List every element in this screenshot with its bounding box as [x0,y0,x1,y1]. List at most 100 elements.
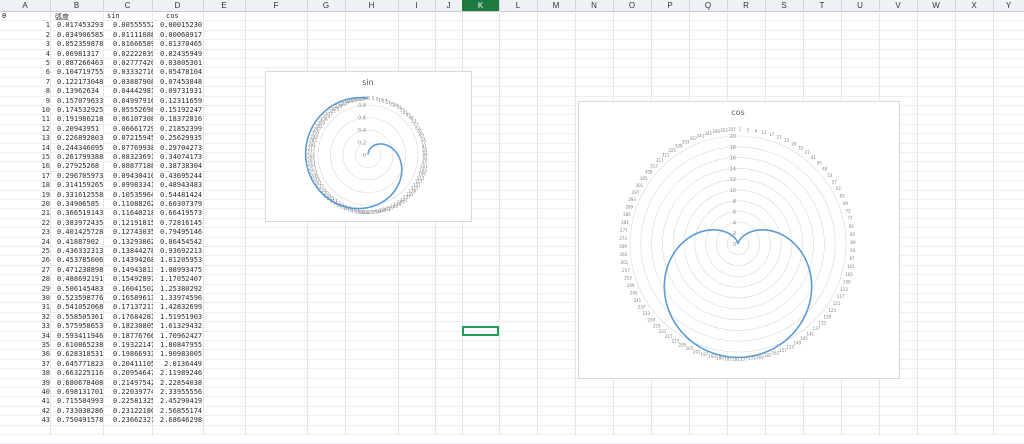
cell-cos-value[interactable]: 1.909830056 [160,350,202,358]
cell-radian-value[interactable]: 0.680678408 [57,379,103,387]
cell-radian-value[interactable]: 0.157079633 [57,97,103,105]
cell-radian-value[interactable]: 0.244346095 [57,144,103,152]
cell-cos-value[interactable]: 0.218523993 [160,125,202,133]
cell-cos-value[interactable]: 2.452904198 [160,397,202,405]
cell-cos-value[interactable]: 0.000609173 [160,31,202,39]
column-header-w[interactable]: W [917,0,956,11]
cell-a1-header[interactable]: θ [2,12,42,20]
cell-cos-value[interactable]: 0.074538484 [160,78,202,86]
cell-cos-value[interactable]: 0.43695244 [160,172,202,180]
cell-radian-value[interactable]: 0.610865238 [57,341,103,349]
cell-cos-value[interactable]: 1.613294321 [160,322,202,330]
column-header-j[interactable]: J [435,0,463,11]
cell-radian-value[interactable]: 0.104719755 [57,68,103,76]
cell-cos-value[interactable]: 0.728161454 [160,219,202,227]
cell-cos-value[interactable]: 0.340741737 [160,153,202,161]
cell-sin-value[interactable]: 0.083236916 [113,153,153,161]
cell-sin-value[interactable]: 0.027774206 [113,59,153,67]
cell-sin-value[interactable]: 0.176842814 [113,313,153,321]
cell-sin-value[interactable]: 0.005555527 [113,21,153,29]
cell-sin-value[interactable]: 0.110882629 [113,200,153,208]
cell-sin-value[interactable]: 0.171372118 [113,303,153,311]
cell-cos-value[interactable]: 0.544814244 [160,191,202,199]
cell-radian-value[interactable]: 0.226892803 [57,134,103,142]
column-header-k[interactable]: K [462,0,500,11]
cell-cos-value[interactable]: 1.170524071 [160,275,202,283]
cell-cos-value[interactable]: 2.339555569 [160,388,202,396]
cell-radian-value[interactable]: 0.122173048 [57,78,103,86]
cell-cos-value[interactable]: 0.024359497 [160,50,202,58]
cell-cos-value[interactable]: 0.603073792 [160,200,202,208]
cell-sin-value[interactable]: 0.198669331 [113,350,153,358]
cell-radian-value[interactable]: 0.436332313 [57,247,103,255]
column-header-m[interactable]: M [537,0,576,11]
cell-radian-value[interactable]: 0.087266463 [57,59,103,67]
cell-d1-header[interactable]: cos [166,12,206,20]
cell-radian-value[interactable]: 0.733038286 [57,407,103,415]
cell-sin-value[interactable]: 0.044429814 [113,87,153,95]
cell-cos-value[interactable]: 2.228540385 [160,379,202,387]
column-header-s[interactable]: S [765,0,804,11]
cell-sin-value[interactable]: 0.132938623 [113,238,153,246]
cell-radian-value[interactable]: 0.750491578 [57,416,103,424]
cell-radian-value[interactable]: 0.296705973 [57,172,103,180]
cell-cos-value[interactable]: 0.489434837 [160,181,202,189]
cell-sin-value[interactable]: 0.225813259 [113,397,153,405]
column-header-c[interactable]: C [103,0,153,11]
cell-sin-value[interactable]: 0.061073081 [113,115,153,123]
cell-radian-value[interactable]: 0.471238898 [57,266,103,274]
cell-cos-value[interactable]: 1.808479557 [160,341,202,349]
cell-cos-value[interactable]: 0.256299352 [160,134,202,142]
cell-radian-value[interactable]: 0.506145483 [57,285,103,293]
cell-sin-value[interactable]: 0.038879087 [113,78,153,86]
cell-radian-value[interactable]: 0.523598776 [57,294,103,302]
cell-sin-value[interactable]: 0.127430353 [113,228,153,236]
cell-radian-value[interactable]: 0.558505361 [57,313,103,321]
column-header-n[interactable]: N [575,0,614,11]
cos-polar-chart[interactable]: cos 20 18 16 14 12 10 8 6 4 2 0 1 5 9 13 17 21 25 29 33 37 41 4… [578,101,900,379]
cell-radian-value[interactable]: 0.314159265 [57,181,103,189]
column-header-i[interactable]: I [398,0,436,11]
column-header-p[interactable]: P [651,0,690,11]
cell-cos-value[interactable]: 1.089934758 [160,266,202,274]
column-header-a[interactable]: A [0,0,51,11]
cell-sin-value[interactable]: 0.214975425 [113,379,153,387]
cell-radian-value[interactable]: 0.06981317 [57,50,103,58]
cell-cos-value[interactable]: 2.119892464 [160,369,202,377]
column-header-e[interactable]: E [203,0,246,11]
cell-sin-value[interactable]: 0.138442789 [113,247,153,255]
cell-cos-value[interactable]: 0.664195735 [160,209,202,217]
cell-radian-value[interactable]: 0.41887902 [57,238,103,246]
cell-radian-value[interactable]: 0.27925268 [57,162,103,170]
cell-radian-value[interactable]: 0.052359878 [57,40,103,48]
cell-sin-value[interactable]: 0.193221479 [113,341,153,349]
cell-sin-value[interactable]: 0.143942682 [113,256,153,264]
column-header-y[interactable]: Y [993,0,1024,11]
cell-radian-value[interactable]: 0.593411946 [57,332,103,340]
column-header-x[interactable]: X [955,0,994,11]
cell-radian-value[interactable]: 0.174532925 [57,106,103,114]
cell-cos-value[interactable]: 0.93692213 [160,247,202,255]
cell-radian-value[interactable]: 0.261799388 [57,153,103,161]
cell-cos-value[interactable]: 1.428326993 [160,303,202,311]
column-header-h[interactable]: H [345,0,399,11]
column-header-q[interactable]: Q [689,0,728,11]
cell-cos-value[interactable]: 0.123116594 [160,97,202,105]
cell-sin-value[interactable]: 0.187767663 [113,332,153,340]
cell-sin-value[interactable]: 0.011110882 [113,31,153,39]
cell-cos-value[interactable]: 0.864545424 [160,238,202,246]
cell-sin-value[interactable]: 0.149438132 [113,266,153,274]
cell-radian-value[interactable]: 0.331612558 [57,191,103,199]
cell-sin-value[interactable]: 0.072159453 [113,134,153,142]
column-header-r[interactable]: R [727,0,766,11]
cell-cos-value[interactable]: 0.387383041 [160,162,202,170]
cell-cos-value[interactable]: 0.15192247 [160,106,202,114]
cell-cos-value[interactable]: 2.568551745 [160,407,202,415]
column-header-f[interactable]: F [245,0,308,11]
column-header-v[interactable]: V [879,0,918,11]
cell-radian-value[interactable]: 0.017453293 [57,21,103,29]
cell-cos-value[interactable]: 0.183728166 [160,115,202,123]
cell-sin-value[interactable]: 0.209546472 [113,369,153,377]
cell-cos-value[interactable]: 2.686462984 [160,416,202,424]
cell-sin-value[interactable]: 0.077699384 [113,144,153,152]
